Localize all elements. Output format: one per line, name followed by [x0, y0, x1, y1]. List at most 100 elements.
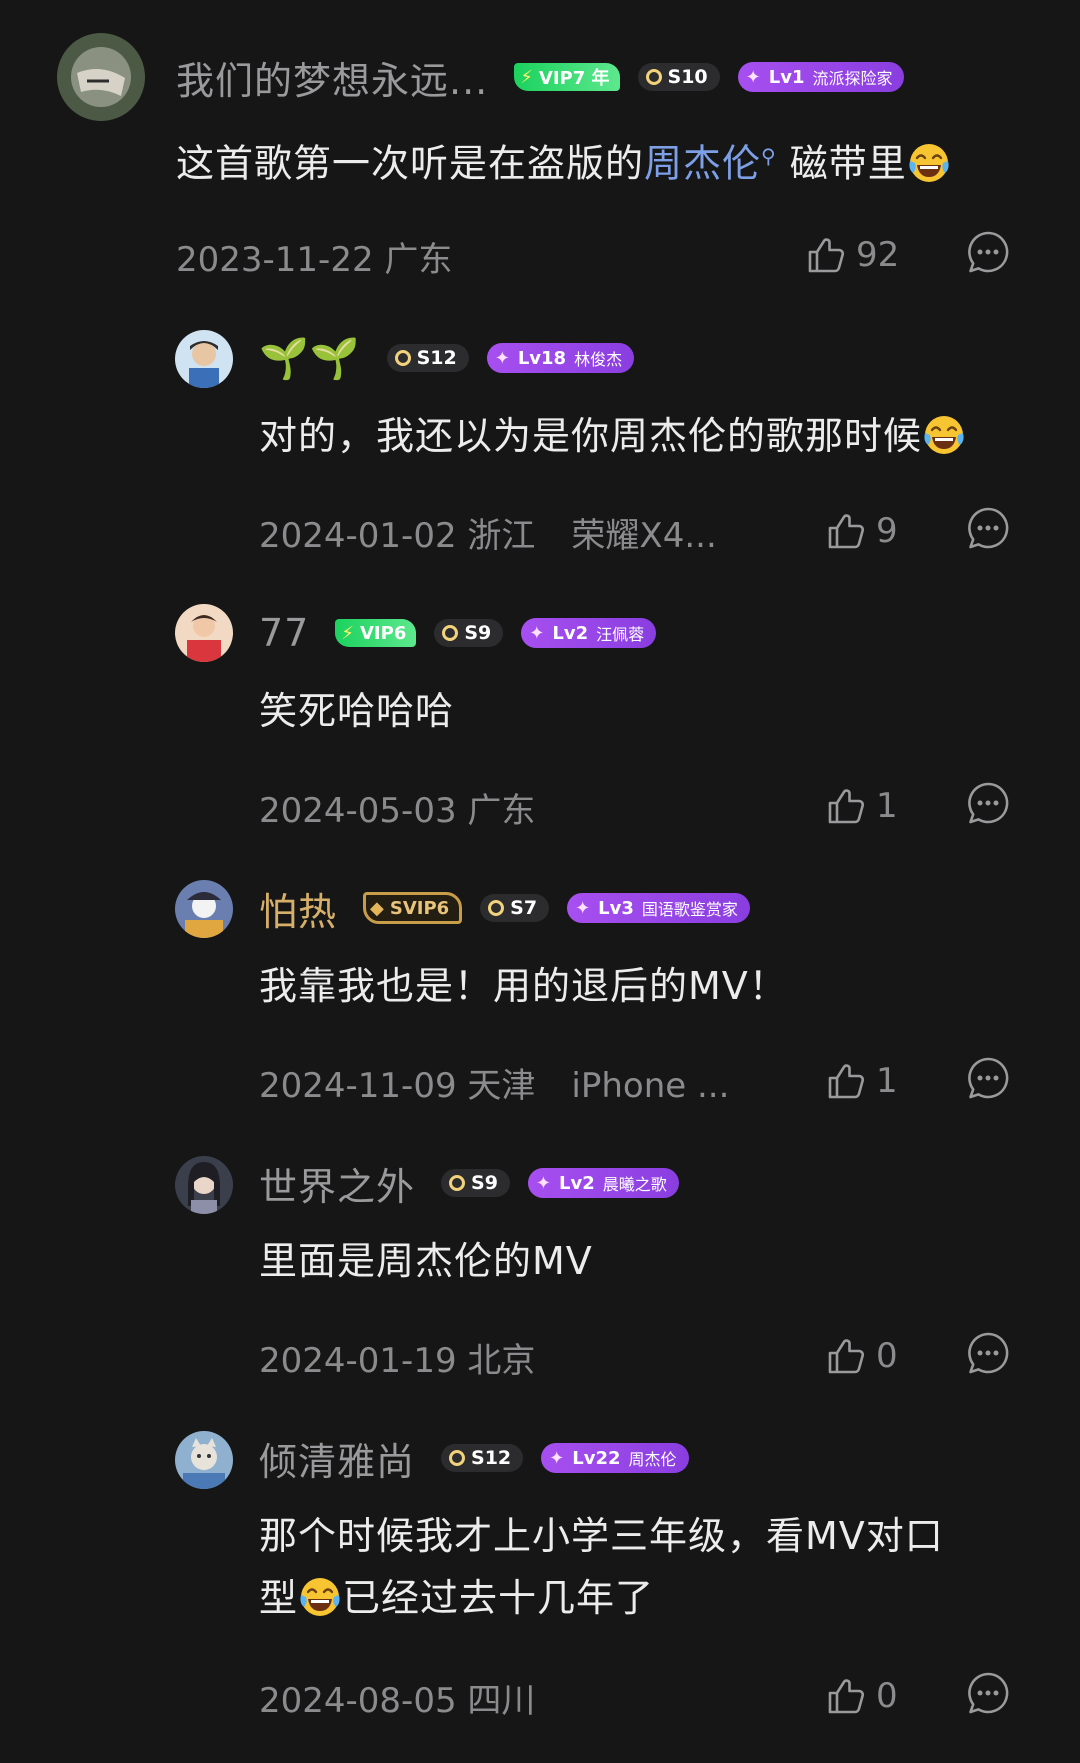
level-badge[interactable]: ✦ Lv3 国语歌鉴赏家	[567, 893, 750, 923]
username[interactable]: 怕热	[259, 881, 337, 936]
like-count: 1	[876, 786, 898, 826]
search-icon[interactable]: ⚲	[761, 144, 777, 168]
like-count: 9	[876, 511, 898, 551]
comment-meta: 2023-11-22 广东	[176, 232, 452, 281]
s-level-badge[interactable]: S7	[480, 894, 550, 922]
level-badge[interactable]: ✦ Lv18 林俊杰	[486, 343, 635, 373]
device: 荣耀X4...	[571, 516, 717, 556]
like-button[interactable]: 1	[824, 781, 898, 831]
avatar[interactable]	[175, 880, 233, 938]
reply-button[interactable]	[966, 1671, 1010, 1715]
like-count: 1	[876, 1061, 898, 1101]
sparkle-icon: ✦	[745, 66, 761, 88]
like-count: 0	[876, 1336, 898, 1376]
ring-icon	[488, 900, 505, 916]
comment-bubble-icon	[966, 230, 1010, 274]
comment-header: 世界之外 S9 ✦ Lv2 晨曦之歌	[259, 1153, 697, 1213]
ring-icon	[449, 1175, 466, 1191]
username[interactable]: 倾清雅尚	[259, 1431, 415, 1486]
comment-meta: 2024-08-05 四川	[259, 1673, 535, 1722]
thumbs-up-icon	[824, 509, 868, 553]
comment-bubble-icon	[966, 1331, 1010, 1375]
like-button[interactable]: 92	[804, 230, 899, 280]
like-count: 0	[876, 1676, 898, 1716]
date-location: 2024-11-09 天津	[259, 1066, 536, 1106]
reply-button[interactable]	[966, 230, 1010, 274]
date-location: 2024-05-03 广东	[259, 791, 536, 831]
username[interactable]: 🌱🌱	[259, 335, 361, 382]
comment-text: 笑死哈哈哈	[259, 689, 455, 733]
s-level-badge[interactable]: S9	[434, 619, 504, 647]
bolt-icon: ⚡	[341, 622, 354, 644]
laughing-tears-emoji	[922, 413, 966, 457]
vip-badge[interactable]: ⚡ VIP6	[335, 619, 417, 647]
avatar[interactable]	[175, 1156, 233, 1214]
comment-bubble-icon	[966, 1671, 1010, 1715]
thumbs-up-icon	[824, 1674, 868, 1718]
reply-button[interactable]	[966, 1056, 1010, 1100]
like-button[interactable]: 0	[824, 1331, 898, 1381]
comment-text: 我靠我也是！用的退后的MV！	[259, 964, 788, 1008]
sparkle-icon: ✦	[529, 622, 545, 644]
comment-bubble-icon	[966, 1056, 1010, 1100]
comment-text: 那个时候我才上小学三年级，看MV对口型已经过去十几年了	[259, 1514, 944, 1620]
level-badge[interactable]: ✦ Lv2 晨曦之歌	[527, 1168, 679, 1198]
avatar[interactable]	[57, 33, 145, 121]
sparkle-icon: ✦	[535, 1172, 552, 1194]
comment-bubble-icon	[966, 781, 1010, 825]
level-badge[interactable]: ✦ Lv2 汪佩蓉	[521, 618, 657, 648]
s-level-badge[interactable]: S12	[386, 344, 469, 372]
sparkle-icon: ✦	[575, 897, 591, 919]
thumbs-up-icon	[804, 233, 848, 277]
s-level-badge[interactable]: S10	[637, 63, 720, 91]
comment-text: 对的，我还以为是你周杰伦的歌那时候	[259, 405, 1059, 467]
artist-link[interactable]: 周杰伦	[644, 142, 761, 186]
level-badge[interactable]: ✦ Lv1 流派探险家	[737, 62, 905, 92]
reply-button[interactable]	[966, 506, 1010, 550]
comment-meta: 2024-01-19 北京	[259, 1333, 535, 1382]
bolt-icon: ⚡	[520, 66, 533, 88]
sparkle-icon: ✦	[494, 347, 510, 369]
ring-icon	[449, 1450, 466, 1466]
comment-header: 我们的梦想永远... ⚡ VIP7 年 S10 ✦ Lv1 流派探险家	[176, 47, 922, 107]
date-location: 2024-01-02 浙江	[259, 516, 536, 556]
s-level-badge[interactable]: S9	[441, 1169, 510, 1197]
sparkle-icon: ✦	[549, 1447, 565, 1469]
date-location: 2024-01-19 北京	[259, 1341, 536, 1381]
date-location: 2023-11-22 广东	[176, 240, 453, 280]
like-button[interactable]: 1	[824, 1056, 898, 1106]
username[interactable]: 我们的梦想永远...	[176, 50, 488, 105]
vip-badge[interactable]: ⚡ VIP7 年	[514, 63, 620, 91]
like-count: 92	[856, 235, 900, 275]
ring-icon	[442, 625, 459, 641]
ring-icon	[394, 350, 411, 366]
reply-button[interactable]	[966, 781, 1010, 825]
avatar[interactable]	[175, 330, 233, 388]
thumbs-up-icon	[824, 784, 868, 828]
comment-meta: 2024-05-03 广东	[259, 783, 535, 832]
avatar[interactable]	[175, 1431, 233, 1489]
laughing-tears-emoji	[907, 141, 951, 185]
comment-header: 77 ⚡ VIP6 S9 ✦ Lv2 汪佩蓉	[259, 603, 674, 663]
comment-header: 🌱🌱 S12 ✦ Lv18 林俊杰	[259, 328, 652, 388]
ring-icon	[645, 69, 662, 85]
like-button[interactable]: 9	[824, 506, 898, 556]
comment-meta: 2024-01-02 浙江 荣耀X4...	[259, 508, 717, 557]
s-level-badge[interactable]: S12	[441, 1444, 524, 1472]
reply-button[interactable]	[966, 1331, 1010, 1375]
comment-text: 里面是周杰伦的MV	[259, 1239, 593, 1283]
laughing-tears-emoji	[298, 1575, 342, 1619]
username[interactable]: 世界之外	[259, 1156, 415, 1211]
svip-badge[interactable]: ◆ SVIP6	[363, 892, 463, 924]
comment-header: 倾清雅尚 S12 ✦ Lv22 周杰伦	[259, 1428, 707, 1488]
comment-header: 怕热 ◆ SVIP6 S7 ✦ Lv3 国语歌鉴赏家	[259, 878, 768, 938]
thumbs-up-icon	[824, 1334, 868, 1378]
avatar[interactable]	[175, 604, 233, 662]
level-badge[interactable]: ✦ Lv22 周杰伦	[541, 1443, 689, 1473]
device: iPhone ...	[571, 1066, 730, 1106]
diamond-icon: ◆	[370, 897, 384, 919]
thumbs-up-icon	[824, 1059, 868, 1103]
like-button[interactable]: 0	[824, 1671, 898, 1721]
username[interactable]: 77	[259, 611, 309, 655]
comment-meta: 2024-11-09 天津 iPhone ...	[259, 1058, 729, 1107]
